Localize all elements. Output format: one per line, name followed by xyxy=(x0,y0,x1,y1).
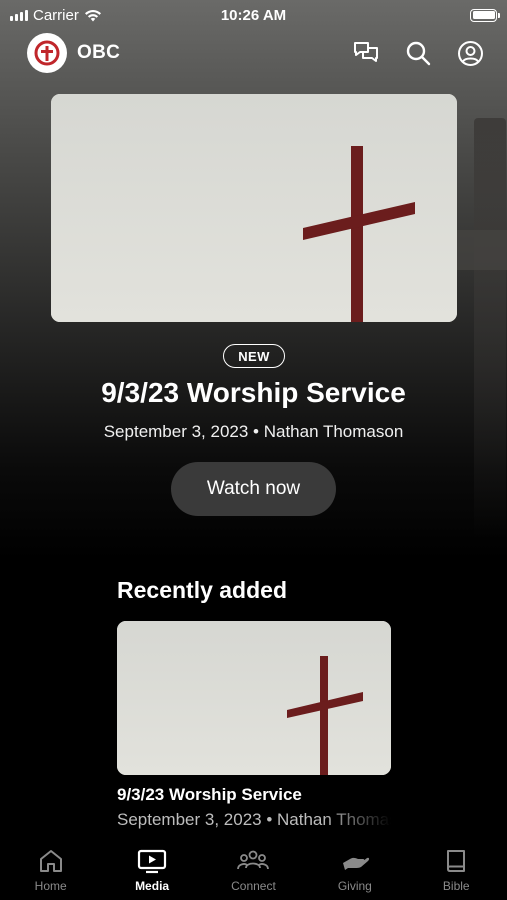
background-cross-arm-decoration xyxy=(456,230,507,270)
section-title-recently-added: Recently added xyxy=(117,577,287,603)
tab-home[interactable]: Home xyxy=(11,842,91,900)
tab-label: Connect xyxy=(231,879,276,893)
tab-label: Home xyxy=(34,879,67,893)
wifi-icon xyxy=(84,9,101,21)
hero-thumbnail[interactable] xyxy=(51,94,457,322)
tab-giving[interactable]: Giving xyxy=(315,842,395,900)
status-bar: Carrier 10:26 AM xyxy=(0,0,507,30)
carrier-label: Carrier xyxy=(33,6,79,24)
hero-title: 9/3/23 Worship Service xyxy=(101,377,406,408)
tab-media[interactable]: Media xyxy=(112,842,192,900)
new-badge: NEW xyxy=(223,344,285,368)
header-actions xyxy=(351,38,485,68)
tab-label: Media xyxy=(135,879,170,893)
tv-play-icon xyxy=(137,849,167,874)
watch-now-button[interactable]: Watch now xyxy=(171,462,336,516)
brand-name: OBC xyxy=(77,42,121,63)
brand[interactable]: OBC xyxy=(27,33,120,73)
media-screen: Carrier 10:26 AM OBC NEW 9/3/23 Worship … xyxy=(0,0,507,900)
tab-label: Bible xyxy=(442,879,470,893)
app-header: OBC xyxy=(27,32,485,74)
book-icon xyxy=(447,850,466,872)
tab-bar: Home Media Connect Giving Bible xyxy=(0,842,507,900)
media-card[interactable]: 9/3/23 Worship Service September 3, 2023… xyxy=(117,621,507,830)
signal-icon xyxy=(10,9,28,21)
hero-meta: September 3, 2023 • Nathan Thomason xyxy=(103,422,404,441)
home-icon xyxy=(39,850,62,872)
search-icon[interactable] xyxy=(403,38,433,68)
media-card-thumbnail[interactable] xyxy=(117,621,391,775)
giving-hand-icon xyxy=(342,857,369,870)
chat-icon[interactable] xyxy=(351,38,381,68)
background-cross-decoration xyxy=(474,118,506,538)
group-icon xyxy=(237,850,270,870)
status-left: Carrier xyxy=(10,7,102,24)
media-card-meta: September 3, 2023 • Nathan Thomason xyxy=(117,810,391,829)
tab-label: Giving xyxy=(337,879,372,893)
battery-icon xyxy=(470,8,500,22)
church-logo xyxy=(27,33,67,73)
media-card-title: 9/3/23 Worship Service xyxy=(117,785,302,804)
tab-connect[interactable]: Connect xyxy=(213,842,293,900)
profile-icon[interactable] xyxy=(455,38,485,68)
tab-bible[interactable]: Bible xyxy=(416,842,496,900)
